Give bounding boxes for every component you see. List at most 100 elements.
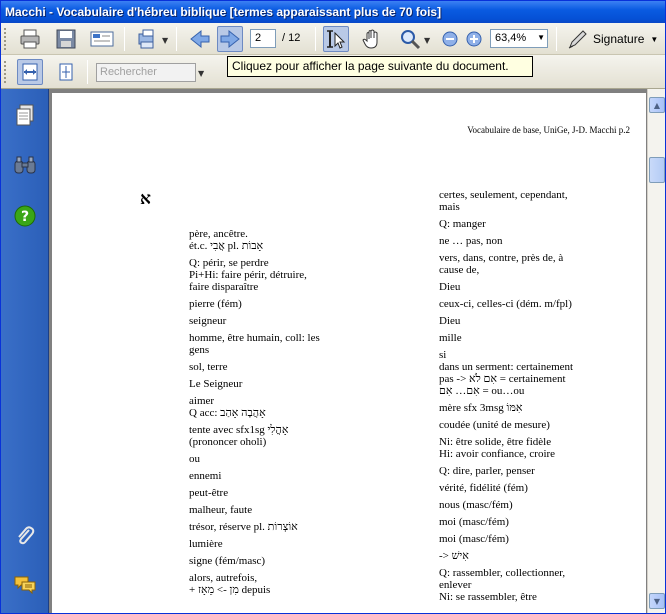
search-panel-button[interactable]: [13, 153, 37, 177]
definition-text: tente avec sfx1sg אָהֳלִי: [189, 424, 289, 436]
fit-page-icon: [59, 63, 73, 81]
email-button[interactable]: [89, 26, 115, 52]
zoom-tool-button[interactable]: [397, 26, 423, 52]
signature-label: Signature: [593, 32, 645, 46]
zoom-out-button[interactable]: [437, 26, 463, 52]
definition-text: moi (masc/fém): [439, 533, 509, 545]
page-number-input[interactable]: 2: [250, 29, 276, 48]
select-tool-button[interactable]: [323, 26, 349, 52]
definition-text: Hi: avoir confiance, croire: [439, 448, 556, 460]
toolbar-grip[interactable]: [4, 61, 7, 83]
scroll-thumb[interactable]: [649, 157, 665, 183]
separator: [87, 60, 88, 84]
help-button[interactable]: ?: [13, 204, 37, 228]
document-view[interactable]: Vocabulaire de base, UniGe, J-D. Macchi …: [49, 89, 647, 613]
pages-panel-button[interactable]: [13, 103, 37, 127]
search-input[interactable]: Rechercher: [96, 63, 196, 82]
signature-menu-button[interactable]: Signature ▼: [567, 26, 658, 52]
scroll-up-button[interactable]: ▲: [649, 97, 665, 113]
zoom-in-icon: [466, 31, 482, 47]
signature-dropdown-arrow[interactable]: ▼: [650, 35, 658, 44]
definition-text: gens: [189, 344, 210, 356]
definition-text: ou: [189, 453, 200, 465]
definition-text: nous (masc/fém): [439, 499, 513, 511]
definition-text: Dieu: [439, 315, 461, 327]
zoom-out-icon: [442, 31, 458, 47]
definition-text: Pi+Hi: faire périr, détruire,: [189, 269, 307, 281]
window-title: Macchi - Vocabulaire d'hébreu biblique […: [5, 5, 442, 19]
hand-icon: [362, 29, 378, 49]
definition-text: vérité, fidélité (fém): [439, 482, 528, 494]
definition-text: -> אִישׁ: [439, 550, 469, 562]
definition-text: mille: [439, 332, 462, 344]
fit-width-button[interactable]: [17, 59, 43, 85]
definition-text: pas -> אִם לֹא = certainement: [439, 373, 566, 385]
definition-text: moi (masc/fém): [439, 516, 509, 528]
binoculars-icon: [14, 156, 36, 174]
zoom-in-button[interactable]: [461, 26, 487, 52]
separator: [315, 27, 316, 51]
paperclip-icon: [18, 526, 35, 545]
definition-text: trésor, réserve pl. אוֹצְרוֹת: [189, 521, 298, 533]
definition-text: malheur, faute: [189, 504, 253, 516]
attachments-panel-button[interactable]: [13, 524, 37, 548]
definition-text: ennemi: [189, 470, 222, 482]
zoom-level-select[interactable]: 63,4% ▼: [490, 29, 548, 48]
vertical-scrollbar[interactable]: ▲ ▼: [647, 89, 665, 613]
zoom-level-dropdown-arrow[interactable]: ▼: [537, 33, 545, 42]
pages-icon: [16, 104, 34, 126]
definition-text: Q: manger: [439, 218, 486, 230]
pen-icon: [568, 30, 587, 49]
print-button[interactable]: [17, 26, 43, 52]
page-header: Vocabulaire de base, UniGe, J-D. Macchi …: [467, 125, 630, 135]
definition-text: alors, autrefois,: [189, 572, 258, 584]
definition-text: aimer: [189, 395, 215, 407]
definition-text: Ni: être solide, être fidèle: [439, 436, 552, 448]
save-button[interactable]: [53, 26, 79, 52]
definition-text: si: [439, 349, 447, 361]
zoom-icon: [401, 30, 421, 50]
definition-text: ét.c. אֲבִי pl. אָבוֹת: [189, 240, 264, 252]
fit-page-button[interactable]: [53, 59, 79, 85]
zoom-level-value: 63,4%: [495, 32, 527, 44]
save-icon: [56, 29, 76, 49]
zoom-tool-dropdown-arrow[interactable]: ▼: [424, 36, 430, 45]
definition-text: seigneur: [189, 315, 227, 327]
sign-document-button[interactable]: [134, 26, 160, 52]
help-icon: ?: [14, 205, 36, 227]
definition-text: sol, terre: [189, 361, 228, 373]
comments-panel-button[interactable]: [13, 573, 37, 597]
main-toolbar: ▼ 2 / 12 ▼ 63,4% ▼ Signature ▼: [1, 23, 665, 55]
definition-text: Le Seigneur: [189, 378, 243, 390]
comments-icon: [14, 576, 36, 595]
separator: [124, 27, 125, 51]
sign-dropdown-arrow[interactable]: ▼: [162, 36, 168, 45]
toolbar-grip[interactable]: [4, 28, 7, 50]
separator: [556, 27, 557, 51]
fit-width-icon: [22, 63, 38, 81]
previous-page-button[interactable]: [187, 26, 213, 52]
next-page-tooltip: Cliquez pour afficher la page suivante d…: [227, 56, 533, 77]
arrow-right-icon: [220, 29, 240, 49]
pdf-page: Vocabulaire de base, UniGe, J-D. Macchi …: [52, 93, 646, 613]
definition-text: dans un serment: certainement: [439, 361, 574, 373]
definition-text: Q: rassembler, collectionner,: [439, 567, 566, 579]
definition-text: lumière: [189, 538, 223, 550]
next-page-button[interactable]: [217, 26, 243, 52]
definition-text: Q acc: אָהֲבָה אָהַב: [189, 407, 266, 419]
svg-text:?: ?: [21, 209, 29, 225]
search-dropdown-arrow[interactable]: ▼: [198, 69, 204, 78]
hand-tool-button[interactable]: [359, 26, 385, 52]
definition-text: Dieu: [439, 281, 461, 293]
definition-text: homme, être humain, coll: les: [189, 332, 320, 344]
scroll-down-button[interactable]: ▼: [649, 593, 665, 609]
definition-text: signe (fém/masc): [189, 555, 266, 567]
title-bar[interactable]: Macchi - Vocabulaire d'hébreu biblique […: [1, 1, 665, 23]
printer-icon: [20, 29, 40, 49]
sign-icon: [138, 29, 154, 49]
definition-text: mère sfx 3msg אִמּוֹ: [439, 402, 523, 414]
definition-text: (prononcer oholi): [189, 436, 267, 448]
definition-text: enlever: [439, 579, 472, 591]
letter-heading: א: [140, 189, 151, 209]
definition-text: peut-être: [189, 487, 229, 499]
